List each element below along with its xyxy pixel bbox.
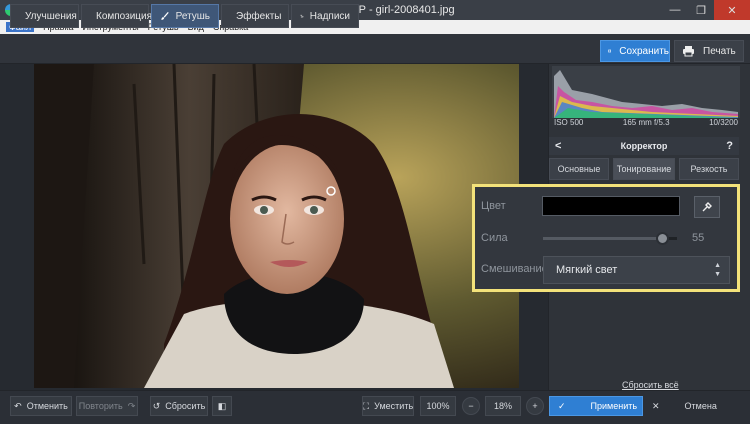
subtab-basic[interactable]: Основные	[549, 158, 609, 180]
undo-button[interactable]: ↶ Отменить	[10, 396, 72, 416]
redo-label: Повторить	[78, 401, 123, 411]
text-icon	[300, 14, 304, 18]
reset-all-link[interactable]: Сбросить всё	[622, 380, 679, 390]
apply-button[interactable]: ✓ Применить	[549, 396, 643, 416]
zoom-in-button[interactable]: +	[526, 397, 544, 415]
strength-slider-fill	[543, 237, 663, 240]
plus-icon: +	[532, 401, 538, 411]
subtab-toning[interactable]: Тонирование	[613, 158, 675, 180]
corrector-header: < Корректор ?	[549, 137, 739, 155]
blend-label: Смешивание	[481, 263, 548, 275]
photo-canvas[interactable]	[34, 64, 519, 388]
reset-icon: ↺	[152, 400, 161, 411]
tab-composition[interactable]: Композиция	[81, 4, 153, 28]
compare-button[interactable]: ◧	[212, 396, 232, 416]
brush-icon	[161, 11, 169, 20]
fit-icon: ⛶	[362, 400, 370, 411]
portrait-photo	[34, 64, 519, 388]
floppy-disk-icon	[608, 49, 612, 53]
zoom-out-button[interactable]: −	[462, 397, 480, 415]
strength-slider-handle[interactable]	[656, 232, 669, 245]
tab-label: Ретушь	[175, 10, 210, 22]
blend-mode-select[interactable]: Мягкий свет ▲ ▼	[543, 256, 730, 284]
printer-icon	[683, 46, 694, 57]
tab-label: Улучшения	[25, 10, 77, 22]
redo-icon: ↷	[127, 400, 136, 411]
help-icon[interactable]: ?	[726, 140, 733, 152]
subtab-sharpness[interactable]: Резкость	[679, 158, 739, 180]
histogram-meta: ISO 500 165 mm f/5.3 10/3200	[552, 118, 740, 130]
tab-retouch[interactable]: Ретушь	[151, 4, 219, 28]
back-icon[interactable]: <	[555, 140, 561, 152]
cancel-label: Отмена	[684, 401, 717, 411]
tab-text[interactable]: Надписи	[291, 4, 359, 28]
eyedropper-button[interactable]	[694, 196, 720, 218]
tab-label: Композиция	[96, 10, 153, 22]
restore-button[interactable]: ❐	[688, 0, 714, 20]
zoom-value: 18%	[485, 396, 521, 416]
check-icon: ✓	[558, 400, 566, 411]
select-arrows-icon: ▲ ▼	[714, 262, 721, 278]
minimize-button[interactable]: —	[662, 0, 688, 20]
reset-label: Сбросить	[165, 401, 206, 411]
histogram	[552, 66, 740, 118]
print-label: Печать	[703, 45, 736, 57]
tab-label: Эффекты	[236, 10, 282, 22]
undo-label: Отменить	[26, 401, 68, 411]
fit-button[interactable]: ⛶ Уместить	[362, 396, 414, 416]
eyedropper-icon	[702, 202, 712, 212]
save-label: Сохранить	[619, 45, 669, 57]
window-controls: — ❐ ✕	[662, 0, 750, 20]
close-button[interactable]: ✕	[714, 0, 750, 20]
strength-value: 55	[692, 232, 705, 244]
save-button[interactable]: Сохранить	[600, 40, 670, 62]
strength-label: Сила	[481, 232, 508, 244]
lens-value: 165 mm f/5.3	[622, 118, 670, 127]
fit-label: Уместить	[374, 401, 414, 411]
histogram-graph	[554, 70, 738, 118]
color-label: Цвет	[481, 200, 506, 212]
close-icon: ✕	[652, 400, 660, 411]
blend-mode-value: Мягкий свет	[556, 264, 618, 276]
corrector-title: Корректор	[620, 141, 668, 151]
compare-icon: ◧	[217, 400, 227, 411]
iso-value: ISO 500	[554, 118, 584, 127]
color-swatch[interactable]	[542, 196, 680, 216]
tab-effects[interactable]: Эффекты	[221, 4, 289, 28]
shutter-value: 10/3200	[709, 118, 738, 127]
cancel-button[interactable]: ✕ Отмена	[648, 396, 742, 416]
apply-label: Применить	[590, 401, 638, 411]
minus-icon: −	[468, 401, 474, 411]
redo-button[interactable]: Повторить ↷	[76, 396, 138, 416]
undo-icon: ↶	[14, 400, 22, 411]
reset-button[interactable]: ↺ Сбросить	[150, 396, 208, 416]
tab-label: Надписи	[309, 10, 350, 22]
print-button[interactable]: Печать	[674, 40, 744, 62]
tab-enhancements[interactable]: Улучшения	[10, 4, 79, 28]
zoom-100-button[interactable]: 100%	[420, 396, 456, 416]
